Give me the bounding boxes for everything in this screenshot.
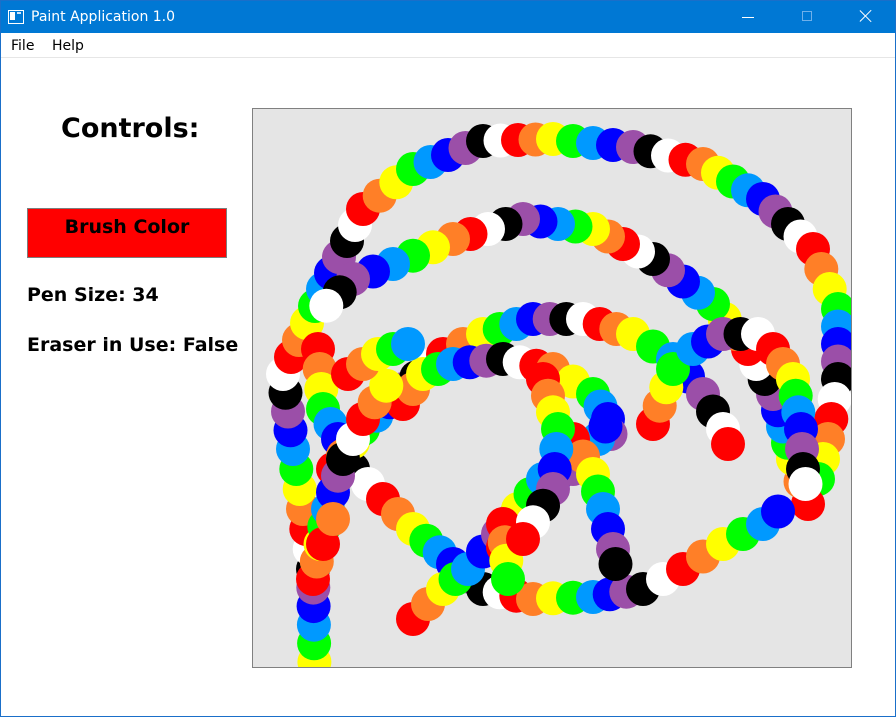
canvas-strokes <box>266 122 851 667</box>
window-title: Paint Application 1.0 <box>31 9 176 25</box>
minimize-button[interactable] <box>724 1 770 33</box>
menu-help[interactable]: Help <box>52 38 84 54</box>
menu-file[interactable]: File <box>11 38 34 54</box>
brush-dab <box>788 467 823 501</box>
brush-color-button[interactable]: Brush Color <box>27 208 227 258</box>
brush-dab <box>711 427 745 461</box>
brush-dab <box>309 288 344 323</box>
maximize-button[interactable] <box>784 1 830 33</box>
title-bar[interactable]: Paint Application 1.0 <box>1 1 895 33</box>
controls-heading: Controls: <box>61 113 200 144</box>
brush-dab <box>761 494 795 529</box>
minimize-icon <box>742 17 754 18</box>
close-icon <box>857 7 875 25</box>
close-button[interactable] <box>843 1 889 33</box>
brush-dab <box>588 409 623 444</box>
brush-dab <box>316 502 350 536</box>
app-window: Paint Application 1.0 File Help Controls… <box>0 0 896 717</box>
brush-dab <box>491 562 525 596</box>
app-icon <box>8 10 24 24</box>
brush-dab <box>506 522 540 556</box>
brush-dab <box>391 327 425 361</box>
brush-dab <box>598 547 633 581</box>
maximize-icon <box>802 11 812 21</box>
eraser-status-label: Eraser in Use: False <box>27 334 239 356</box>
drawing-canvas[interactable] <box>252 108 852 668</box>
brush-color-label: Brush Color <box>64 216 190 238</box>
menu-bar: File Help <box>1 33 895 58</box>
pen-size-label: Pen Size: 34 <box>27 284 159 306</box>
